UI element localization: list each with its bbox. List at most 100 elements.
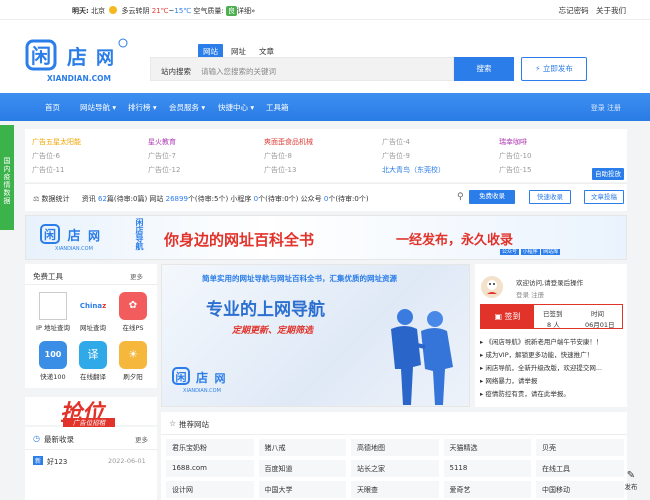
user-register-link[interactable]: 注册 [531,291,544,299]
tool-ip-lookup[interactable]: IP 地址查询 [33,292,73,332]
nav-toolbox[interactable]: 工具箱 [266,102,289,113]
ad-link[interactable]: 广告位-8 [264,151,292,161]
notice-item[interactable]: ▸ 《闲店导航》祝新老用户端午节安康！！ [480,336,623,349]
recent-more-link[interactable]: 更多 [135,434,148,444]
fast-submit-button[interactable]: 快速收录 [529,190,571,204]
temp-high: 21℃ [151,7,169,15]
tool-sunset[interactable]: ☀ 刷夕阳 [113,341,153,381]
weather-label: 明天: [72,7,89,15]
recommend-site-link[interactable]: 中国移动 [536,481,624,498]
publish-button[interactable]: ⚡ 立即发布 [521,57,587,81]
business-people-icon [391,309,453,405]
hero-line3: 定期更新、定期筛选 [232,326,314,336]
site-logo[interactable]: 闲 店 网 XIANDIAN.COM [25,35,133,89]
banner-slogan-2: 一经发布，永久收录 [396,233,514,248]
ad-link[interactable]: 瑞幸咖啡 [499,137,527,147]
free-tools-more-link[interactable]: 更多 [130,271,143,281]
sign-button[interactable]: ▣ 签到 [481,305,534,328]
ad-link[interactable]: 广告位-13 [264,165,296,175]
tool-express[interactable]: 100 快递100 [33,341,73,381]
hero-line2: 专业的上网导航 [206,300,325,320]
svg-text:店: 店 [67,228,80,244]
user-login-link[interactable]: 登录 [516,291,529,299]
ad-link[interactable]: 广告位-7 [148,151,176,161]
signed-label: 已签到 [543,310,563,318]
recommend-site-link[interactable]: 贝壳 [536,439,624,456]
time-value: 06月01日 [585,321,615,329]
ad-link[interactable]: 广告位-11 [32,165,64,175]
svg-text:店: 店 [67,45,87,69]
notice-item[interactable]: ▸ 闲店导航，全新升级改版，欢迎提交网... [480,362,623,375]
recommend-site-link[interactable]: 站长之家 [351,460,439,477]
top-banner[interactable]: 闲 店 网 XIANDIAN.COM 闲店导航 你身边的网址百科全书 一经发布，… [25,215,627,260]
recommend-site-link[interactable]: 百度知道 [258,460,346,477]
translate-icon: 译 [79,341,107,369]
recommend-site-link[interactable]: 在线工具 [536,460,624,477]
notice-item[interactable]: ▸ 网络暴力，请举报 [480,375,623,388]
ad-link[interactable]: 广告位-6 [32,151,60,161]
tool-url-lookup[interactable]: Chinaz 网址查询 [73,292,113,332]
svg-text:店: 店 [196,370,208,385]
epidemic-data-tab[interactable]: 国内疫情数据 [0,125,14,230]
recommend-site-link[interactable]: 1688.com [166,460,254,477]
recent-panel: ◷ 最新收录 更多 新 好123 2022-06-01 [25,427,157,500]
sign-box: ▣ 签到 已签到 8 人 时间 06月01日 [480,304,623,329]
nav-home[interactable]: 首页 [45,102,60,113]
user-auth-links: 登录 注册 [516,289,544,299]
lightning-icon: ⚡ [535,64,541,73]
recommend-site-link[interactable]: 5118 [443,460,531,477]
recommend-site-link[interactable]: 天眼查 [351,481,439,498]
ad-link[interactable]: 广告位-4 [382,137,410,147]
main-nav: 首页 网站导航 ▾ 排行榜 ▾ 会员服务 ▾ 快捷中心 ▾ 工具箱 登录 注册 [0,93,650,121]
notice-item[interactable]: ▸ 疫情防控有责，请在此举报。 [480,388,623,401]
calendar-icon: ▣ [494,312,502,321]
ad-link[interactable]: 广告位-9 [382,151,410,161]
nav-member[interactable]: 会员服务 ▾ [169,102,205,113]
recommend-site-link[interactable]: 天猫精选 [443,439,531,456]
weather-condition: 多云转阴 [121,7,150,15]
top-bar: 明天: 北京 多云转阴 21℃~15℃ 空气质量: 良详细» 忘记密码 关于我们 [0,0,650,20]
svg-text:闲: 闲 [31,44,51,68]
ad-link[interactable]: 星火教育 [148,137,176,147]
nav-quick-center[interactable]: 快捷中心 ▾ [218,102,254,113]
tool-label: IP 地址查询 [36,324,70,332]
float-publish-button[interactable]: ✎ 发布 [620,470,642,498]
about-us-link[interactable]: 关于我们 [596,6,626,15]
stats-part: 个(待审:5个) 小程序 [187,195,254,203]
recommend-site-link[interactable]: 设计网 [166,481,254,498]
recommend-site-link[interactable]: 中国大学 [258,481,346,498]
hero-line1: 简单实用的网址导航与网址百科全书，汇集优质的网址资源 [202,274,397,283]
recent-title: 最新收录 [44,435,74,444]
nav-login-link[interactable]: 登录 [591,104,605,112]
recent-item-name[interactable]: 好123 [47,457,67,467]
aqi-detail-link[interactable]: 详细» [237,7,255,15]
ad-link[interactable]: 爽面歪食品机械 [264,137,313,147]
search-input[interactable]: 站内搜索 请输入您搜索的关键词 [150,57,454,81]
notice-item[interactable]: ▸ 成为VIP，解锁更多功能，快速推广！ [480,349,623,362]
tool-online-ps[interactable]: ✿ 在线PS [113,292,153,332]
search-icon[interactable]: ⚲ [457,192,464,202]
welcome-text: 欢迎访问,请登录后操作 [516,279,584,287]
search-placeholder: 请输入您搜索的关键词 [201,67,276,76]
article-submit-button[interactable]: 文章投稿 [584,190,624,204]
ad-link[interactable]: 广告位-12 [148,165,180,175]
ad-link[interactable]: 广告五星太阳能 [32,137,81,147]
ad-link[interactable]: 广告位-10 [499,151,531,161]
tool-translate[interactable]: 译 在线翻译 [73,341,113,381]
search-button[interactable]: 搜索 [454,57,514,81]
free-submit-button[interactable]: 免费收录 [469,190,515,204]
recommend-site-link[interactable]: 爱奇艺 [443,481,531,498]
nav-site-guide[interactable]: 网站导航 ▾ [80,102,116,113]
recommend-site-link[interactable]: 君乐宝奶粉 [166,439,254,456]
nav-register-link[interactable]: 注册 [607,104,621,112]
forgot-password-link[interactable]: 忘记密码 [559,6,589,15]
ad-promo[interactable]: 抢位 广告位招租 [25,397,157,428]
recommend-site-link[interactable]: 高德地图 [351,439,439,456]
auto-post-button[interactable]: 自助投放 [592,168,624,180]
hero-banner[interactable]: 简单实用的网址导航与网址百科全书，汇集优质的网址资源 专业的上网导航 定期更新、… [161,264,470,407]
ad-link[interactable]: 北大青鸟（东莞校） [382,165,445,175]
recommend-site-link[interactable]: 猪八戒 [258,439,346,456]
ad-link[interactable]: 广告位-15 [499,165,531,175]
publish-label: 立即发布 [542,64,573,73]
nav-ranking[interactable]: 排行榜 ▾ [128,102,157,113]
